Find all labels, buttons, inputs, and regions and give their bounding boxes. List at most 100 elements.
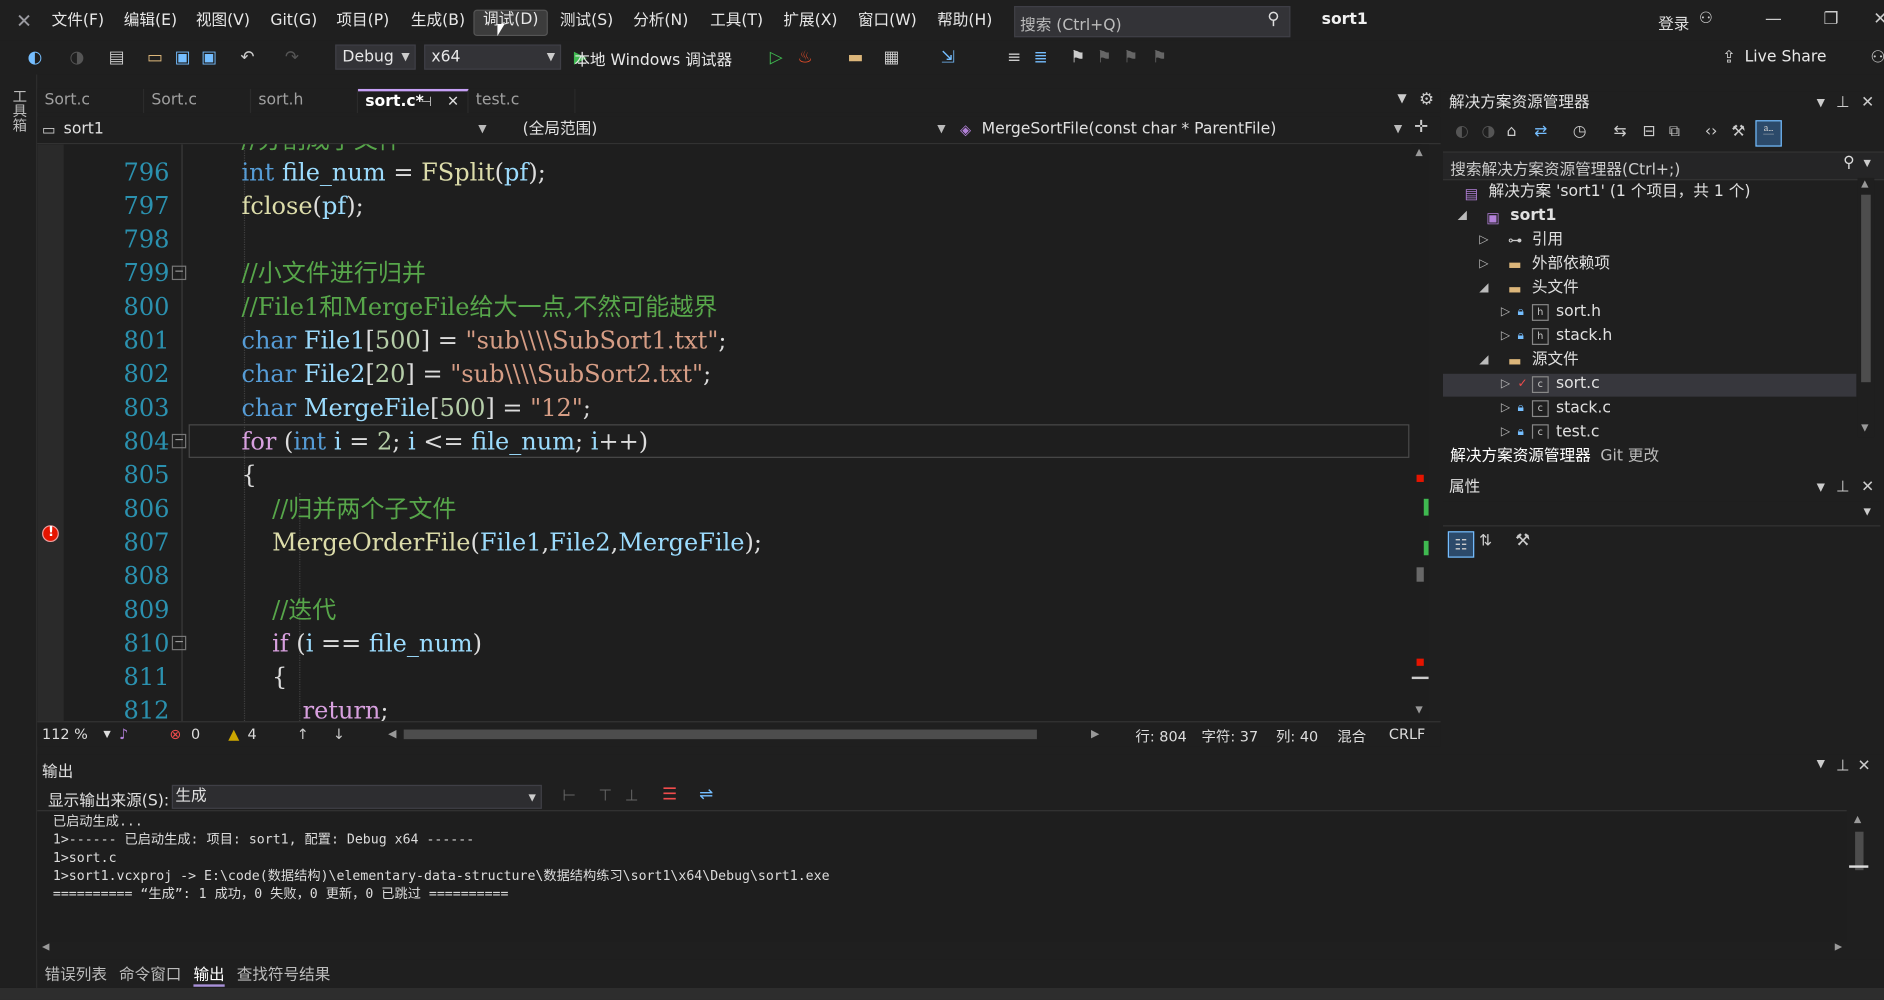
tab-sort-h[interactable]: sort.h [251, 88, 359, 113]
next-message-icon[interactable]: ⊥ [625, 787, 639, 805]
save-icon[interactable]: ▣ [172, 47, 194, 69]
menu-extensions[interactable]: 扩展(X) [775, 11, 846, 35]
feedback-icon[interactable]: ⚇ [1867, 47, 1884, 69]
search-box[interactable]: 搜索 (Ctrl+Q) ⚲ [1014, 6, 1291, 38]
menu-window[interactable]: 窗口(W) [849, 11, 925, 35]
bookmark-icon[interactable]: ⚑ [1067, 47, 1089, 69]
bookmark-prev-icon[interactable]: ⚑ [1093, 47, 1115, 69]
settings-gear-icon[interactable]: ⚙ [1419, 90, 1434, 109]
scroll-left-icon[interactable]: ◀ [388, 728, 396, 740]
uncomment-icon[interactable]: ≣ [1030, 47, 1052, 69]
warning-icon[interactable]: ▲ [228, 726, 239, 743]
collapsed-icon[interactable]: ▷ [1498, 397, 1512, 421]
panel-menu-icon[interactable]: ▼ [1817, 91, 1825, 115]
cursor-column[interactable]: 列: 40 [1276, 726, 1318, 746]
previous-issue-icon[interactable]: ↑ [297, 726, 309, 743]
menu-analyze[interactable]: 分析(N) [625, 11, 697, 35]
collapse-region-icon[interactable]: − [171, 635, 187, 651]
output-source-select[interactable]: 生成 ▼ [171, 784, 542, 809]
live-share-button[interactable]: Live Share [1745, 48, 1827, 66]
scroll-right-icon[interactable]: ▶ [1091, 728, 1099, 740]
tab-output[interactable]: 输出 [193, 962, 225, 987]
member-dropdown[interactable]: ◈ MergeSortFile(const char * ParentFile)… [955, 118, 1409, 142]
solution-scrollbar[interactable]: ▲ ▼ [1857, 177, 1875, 438]
tab-sort-c-1[interactable]: Sort.c [37, 88, 145, 113]
indent-mode[interactable]: 混合 [1337, 726, 1366, 746]
code-view-icon[interactable]: ‹› [1705, 123, 1718, 141]
menu-project[interactable]: 项目(P) [328, 11, 398, 35]
find-message-icon[interactable]: ⊢ [562, 787, 576, 805]
tab-command-window[interactable]: 命令窗口 [119, 962, 181, 984]
property-pages-icon[interactable]: ⚒ [1515, 531, 1530, 550]
tree-header-files[interactable]: ◢ ▬ 头文件 [1448, 276, 1857, 300]
tab-sort-c-active[interactable]: sort.c* ⊣ ✕ [358, 88, 469, 113]
scroll-down-icon[interactable]: ▼ [1861, 422, 1868, 433]
redo-icon[interactable]: ↷ [281, 47, 303, 69]
project-dropdown[interactable]: ▭ sort1 ▼ [37, 118, 494, 142]
scroll-up-icon[interactable]: ▲ [1861, 178, 1868, 189]
start-without-debug-icon[interactable]: ▷ [765, 47, 787, 69]
comment-icon[interactable]: ≡ [1003, 47, 1025, 69]
line-ending[interactable]: CRLF [1389, 726, 1425, 743]
preview-icon[interactable]: ⎁ [1755, 120, 1782, 147]
menu-view[interactable]: 视图(V) [187, 11, 258, 35]
pin-icon[interactable]: ⊥ [1836, 91, 1850, 115]
back-icon[interactable]: ◐ [1455, 123, 1469, 141]
menu-test[interactable]: 测试(S) [551, 11, 621, 35]
save-all-icon[interactable]: ▣ [198, 47, 220, 69]
scroll-left-icon[interactable]: ◀ [42, 941, 49, 952]
tree-solution[interactable]: ▤ 解决方案 'sort1' (1 个项目，共 1 个) [1448, 180, 1857, 204]
scope-dropdown[interactable]: (全局范围) ▼ [496, 118, 953, 142]
live-share-icon[interactable]: ⇪ [1718, 47, 1740, 69]
step-icon[interactable]: ⇲ [937, 47, 959, 69]
code-editor[interactable]: //分割成子文件 796 int file_num = FSplit(pf); … [37, 144, 1422, 722]
collapsed-icon[interactable]: ▷ [1498, 373, 1512, 397]
scroll-right-icon[interactable]: ▶ [1835, 941, 1842, 952]
show-all-files-icon[interactable]: ⧉ [1669, 123, 1680, 141]
undo-icon[interactable]: ↶ [237, 47, 259, 69]
bookmark-clear-icon[interactable]: ⚑ [1149, 47, 1171, 69]
close-tab-icon[interactable]: ✕ [447, 91, 459, 111]
scroll-up-icon[interactable]: ▲ [1854, 814, 1861, 825]
minimize-button[interactable]: — [1755, 10, 1791, 32]
properties-wrench-icon[interactable]: ⚒ [1731, 123, 1745, 141]
clear-all-icon[interactable]: ☰ [662, 785, 677, 804]
switch-views-icon[interactable]: ⇄ [1534, 123, 1547, 141]
tree-stack-h[interactable]: ▷ 🔒︎ h stack.h [1448, 325, 1857, 349]
scroll-thumb[interactable] [1416, 567, 1424, 582]
editor-vertical-scrollbar[interactable]: ▲ ▼ [1411, 144, 1429, 722]
close-panel-icon[interactable]: ✕ [1861, 91, 1874, 115]
new-project-icon[interactable]: ▤ [106, 47, 128, 69]
collapse-all-icon[interactable]: ⊟ [1642, 123, 1655, 141]
word-wrap-icon[interactable]: ⇌ [699, 785, 713, 804]
tree-sort-h[interactable]: ▷ 🔒︎ h sort.h [1448, 300, 1857, 324]
hot-reload-icon[interactable]: ♨ [794, 47, 816, 69]
menu-build[interactable]: 生成(B) [403, 11, 474, 35]
chevron-down-icon[interactable]: ▼ [1864, 506, 1871, 517]
tab-find-symbol-results[interactable]: 查找符号结果 [237, 962, 331, 984]
collapsed-icon[interactable]: ▷ [1477, 228, 1491, 252]
collapsed-icon[interactable]: ▷ [1477, 252, 1491, 276]
expanded-icon[interactable]: ◢ [1477, 349, 1491, 373]
account-icon[interactable]: ⚇ [1699, 10, 1713, 28]
tab-git-changes[interactable]: Git 更改 [1600, 442, 1659, 465]
error-icon[interactable]: ⊗ [169, 726, 181, 743]
scroll-up-icon[interactable]: ▲ [1415, 147, 1422, 158]
expanded-icon[interactable]: ◢ [1455, 204, 1469, 228]
collapsed-icon[interactable]: ▷ [1498, 325, 1512, 349]
menu-git[interactable]: Git(G) [262, 11, 326, 35]
categorized-icon[interactable]: ☷ [1447, 531, 1475, 558]
output-horizontal-scrollbar[interactable]: ◀ ▶ [37, 940, 1846, 957]
cursor-line[interactable]: 行: 804 [1135, 726, 1186, 746]
pin-icon[interactable]: ⊣ [421, 91, 433, 111]
panel-menu-icon[interactable]: ▼ [1817, 476, 1825, 500]
scroll-down-icon[interactable]: ▼ [1415, 704, 1422, 715]
tree-external-deps[interactable]: ▷ ▬ 外部依赖项 [1448, 252, 1857, 276]
bookmark-next-icon[interactable]: ⚑ [1120, 47, 1142, 69]
collapsed-icon[interactable]: ▷ [1498, 300, 1512, 324]
pin-icon[interactable]: ⊥ [1836, 757, 1850, 775]
toolbox-tab[interactable]: 工具箱 [10, 89, 30, 132]
close-panel-icon[interactable]: ✕ [1858, 757, 1871, 775]
horizontal-scroll-thumb[interactable] [403, 729, 1037, 740]
cursor-char[interactable]: 字符: 37 [1202, 726, 1259, 746]
